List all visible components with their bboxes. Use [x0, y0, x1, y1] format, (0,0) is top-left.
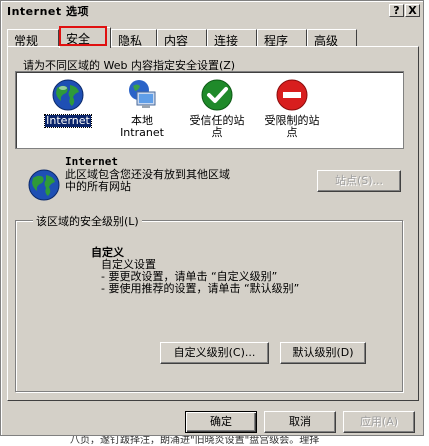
- tab-advanced[interactable]: 高级: [307, 29, 357, 48]
- security-tab-panel: [7, 46, 419, 401]
- tab-general[interactable]: 常规: [7, 29, 59, 48]
- close-button[interactable]: X: [405, 4, 420, 17]
- cancel-button[interactable]: 取消: [264, 411, 336, 433]
- apply-button[interactable]: 应用(A): [343, 411, 415, 433]
- window-title: Internet 选项: [7, 5, 89, 18]
- tab-privacy[interactable]: 隐私: [111, 29, 157, 48]
- title-bar[interactable]: Internet 选项 ? X: [3, 3, 421, 18]
- tab-highlight-box: [59, 26, 107, 46]
- help-button[interactable]: ?: [389, 4, 404, 17]
- tab-connections[interactable]: 连接: [207, 29, 257, 48]
- tab-content[interactable]: 内容: [157, 29, 207, 48]
- tab-programs[interactable]: 程序: [257, 29, 307, 48]
- internet-options-dialog: Internet 选项 ? X 常规 安全 隐私 内容 连接 程序 高级 请为不…: [0, 0, 424, 436]
- background-document-text: 八页，邃钉跋择注，朗涌进"旧晓炎设置"盘宫级会。理择: [70, 436, 320, 446]
- ok-button[interactable]: 确定: [185, 411, 257, 433]
